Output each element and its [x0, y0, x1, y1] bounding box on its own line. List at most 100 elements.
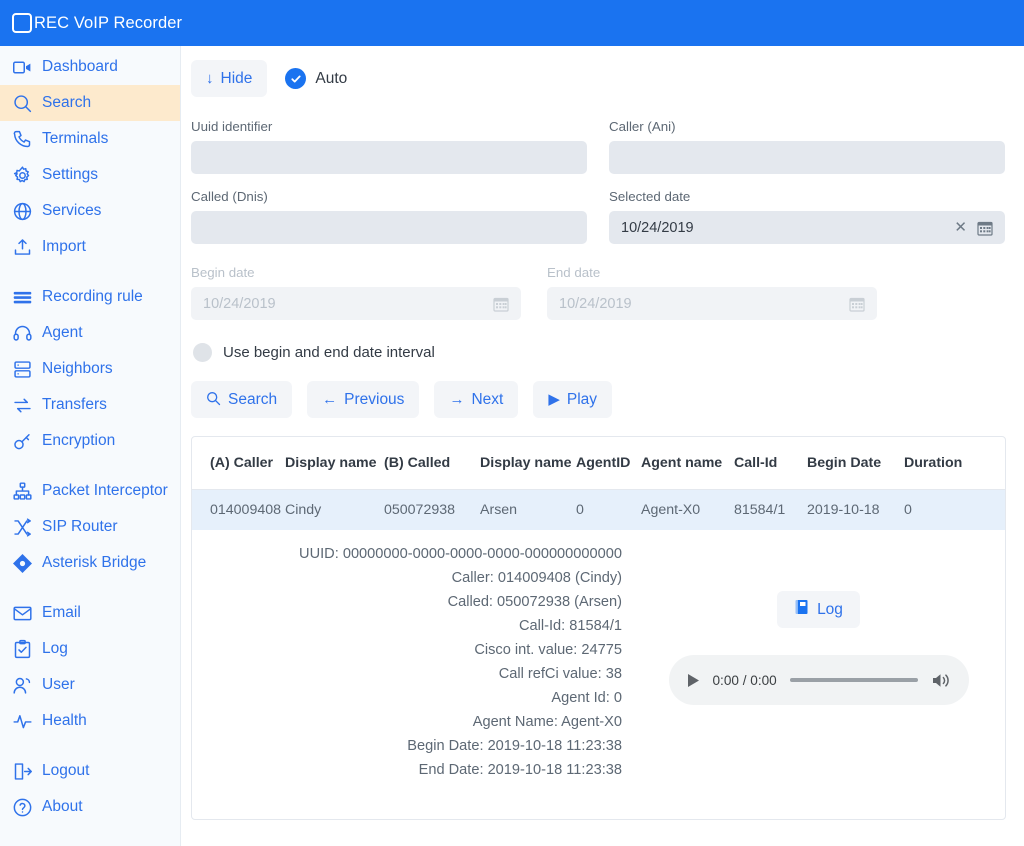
app-title: REC VoIP Recorder — [34, 14, 182, 33]
book-icon — [794, 599, 809, 620]
auto-checkbox[interactable]: Auto — [285, 68, 347, 89]
sidebar-item-packet-interceptor[interactable]: Packet Interceptor — [0, 473, 180, 509]
calendar-icon[interactable] — [493, 296, 509, 312]
sidebar-item-import[interactable]: Import — [0, 229, 180, 265]
search-form: Uuid identifier Caller (Ani) Called (Dni… — [191, 119, 1006, 259]
sidebar-item-recording-rule[interactable]: Recording rule — [0, 279, 180, 315]
play-button[interactable]: ▶ Play — [533, 381, 612, 418]
sidebar-item-logout[interactable]: Logout — [0, 753, 180, 789]
selected-date-icons: ✕ — [954, 220, 993, 236]
sidebar-item-encryption[interactable]: Encryption — [0, 423, 180, 459]
call-detail-line: Agent Name: Agent-X0 — [206, 712, 632, 732]
caller-input[interactable] — [609, 141, 1005, 174]
sidebar-item-health[interactable]: Health — [0, 703, 180, 739]
results-table: (A) CallerDisplay name(B) CalledDisplay … — [192, 437, 1005, 530]
sidebar-item-settings[interactable]: Settings — [0, 157, 180, 193]
uuid-input[interactable] — [191, 141, 587, 174]
close-icon[interactable]: ✕ — [954, 220, 967, 235]
table-header-cell[interactable]: Call-Id — [734, 437, 807, 490]
question-circle-icon — [11, 796, 33, 818]
sidebar-item-neighbors[interactable]: Neighbors — [0, 351, 180, 387]
sidebar-item-terminals[interactable]: Terminals — [0, 121, 180, 157]
sidebar-item-label: Email — [42, 604, 81, 622]
table-header-cell[interactable]: AgentID — [576, 437, 641, 490]
table-header-cell[interactable]: Display name — [480, 437, 576, 490]
table-header-cell[interactable]: (A) Caller — [192, 437, 285, 490]
check-icon — [285, 68, 306, 89]
table-cell: 0 — [904, 490, 1005, 531]
previous-button-label: Previous — [344, 391, 404, 409]
sidebar-item-email[interactable]: Email — [0, 595, 180, 631]
sidebar: DashboardSearch Terminals Settings Services… — [0, 46, 181, 846]
sidebar-item-label: Settings — [42, 166, 98, 184]
end-date-field-group: End date 10/24/2019 — [547, 265, 877, 320]
caller-label: Caller (Ani) — [609, 119, 1005, 134]
table-header-cell[interactable]: Duration — [904, 437, 1005, 490]
lines-icon — [11, 286, 33, 308]
log-button[interactable]: Log — [777, 591, 860, 628]
table-cell: 81584/1 — [734, 490, 807, 531]
sidebar-item-dashboard[interactable]: Dashboard — [0, 49, 180, 85]
use-interval-toggle[interactable]: Use begin and end date interval — [191, 343, 1006, 362]
sidebar-group-separator — [0, 581, 180, 595]
selected-date-input[interactable]: 10/24/2019 ✕ — [609, 211, 1005, 244]
sidebar-item-label: Import — [42, 238, 86, 256]
play-icon: ▶ — [548, 392, 560, 407]
sidebar-item-user[interactable]: User — [0, 667, 180, 703]
sidebar-item-label: Encryption — [42, 432, 115, 450]
next-button[interactable]: → Next — [434, 381, 518, 418]
play-icon[interactable] — [687, 673, 700, 688]
table-header-cell[interactable]: Agent name — [641, 437, 734, 490]
sidebar-item-transfers[interactable]: Transfers — [0, 387, 180, 423]
sidebar-item-asterisk-bridge[interactable]: Asterisk Bridge — [0, 545, 180, 581]
search-button[interactable]: Search — [191, 381, 292, 418]
transfer-arrows-icon — [11, 394, 33, 416]
previous-button[interactable]: ← Previous — [307, 381, 419, 418]
sidebar-item-services[interactable]: Services — [0, 193, 180, 229]
use-interval-label: Use begin and end date interval — [223, 344, 435, 361]
sitemap-icon — [11, 480, 33, 502]
sidebar-item-search[interactable]: Search — [0, 85, 180, 121]
sidebar-item-label: Recording rule — [42, 288, 143, 306]
caller-field-group: Caller (Ani) — [609, 119, 1005, 174]
sidebar-item-label: Health — [42, 712, 87, 730]
table-header-cell[interactable]: (B) Called — [384, 437, 480, 490]
begin-date-input[interactable]: 10/24/2019 — [191, 287, 521, 320]
hide-button[interactable]: ↓ Hide — [191, 60, 267, 97]
headset-icon — [11, 322, 33, 344]
volume-icon[interactable] — [931, 672, 951, 689]
table-header-cell[interactable]: Begin Date — [807, 437, 904, 490]
server-icon — [11, 358, 33, 380]
call-detail-line: Call-Id: 81584/1 — [206, 616, 632, 636]
app-shell: DashboardSearchTerminalsSettingsServices… — [0, 46, 1024, 846]
sidebar-group-separator — [0, 459, 180, 473]
sidebar-item-label: Neighbors — [42, 360, 113, 378]
table-row[interactable]: 014009408Cindy050072938Arsen0Agent-X0815… — [192, 490, 1005, 531]
calendar-icon[interactable] — [849, 296, 865, 312]
call-detail-line: End Date: 2019-10-18 11:23:38 — [206, 760, 632, 780]
gear-icon — [11, 164, 33, 186]
called-input[interactable] — [191, 211, 587, 244]
next-button-label: Next — [471, 391, 503, 409]
envelope-icon — [11, 602, 33, 624]
call-detail-line: Call refCi value: 38 — [206, 664, 632, 684]
sidebar-item-log[interactable]: Log — [0, 631, 180, 667]
sidebar-item-about[interactable]: About — [0, 789, 180, 825]
table-header-cell[interactable]: Display name — [285, 437, 384, 490]
phone-icon — [11, 128, 33, 150]
search-icon — [11, 92, 33, 114]
users-icon — [11, 674, 33, 696]
uuid-field-group: Uuid identifier — [191, 119, 587, 174]
end-date-input[interactable]: 10/24/2019 — [547, 287, 877, 320]
audio-progress-track[interactable] — [790, 678, 918, 682]
radio-icon — [193, 343, 212, 362]
sidebar-item-agent[interactable]: Agent — [0, 315, 180, 351]
call-detail-lines: UUID: 00000000-0000-0000-0000-0000000000… — [192, 544, 632, 780]
calendar-icon[interactable] — [977, 220, 993, 236]
sidebar-item-sip-router[interactable]: SIP Router — [0, 509, 180, 545]
call-detail-line: Agent Id: 0 — [206, 688, 632, 708]
square-icon — [12, 13, 32, 33]
sidebar-item-label: Terminals — [42, 130, 108, 148]
audio-player[interactable]: 0:00 / 0:00 — [669, 655, 969, 705]
sidebar-item-label: Logout — [42, 762, 89, 780]
